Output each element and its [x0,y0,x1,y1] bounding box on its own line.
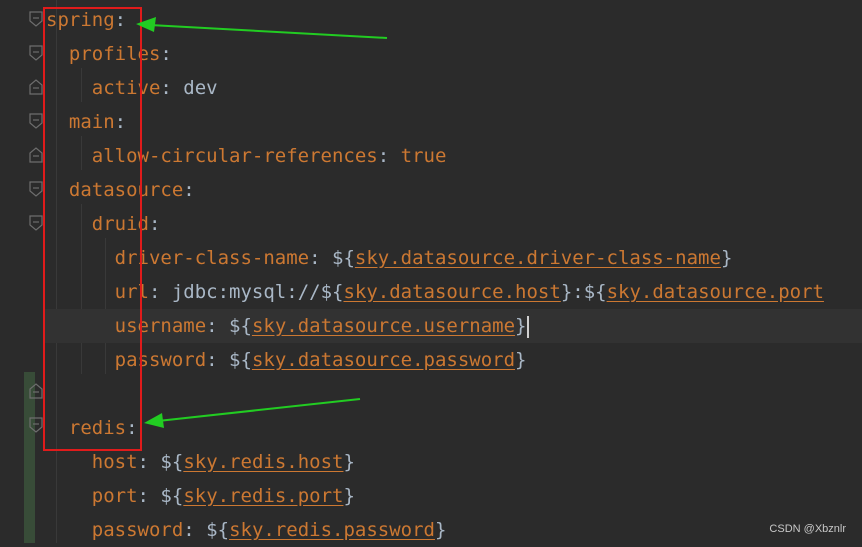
arrow-to-redis-icon [144,398,361,428]
arrow-annotations [136,17,388,428]
yaml-editor[interactable]: spring: profiles: active: dev main: allo… [0,0,862,543]
watermark: CSDN @Xbznlr [769,523,846,535]
arrow-to-spring-icon [136,17,388,39]
